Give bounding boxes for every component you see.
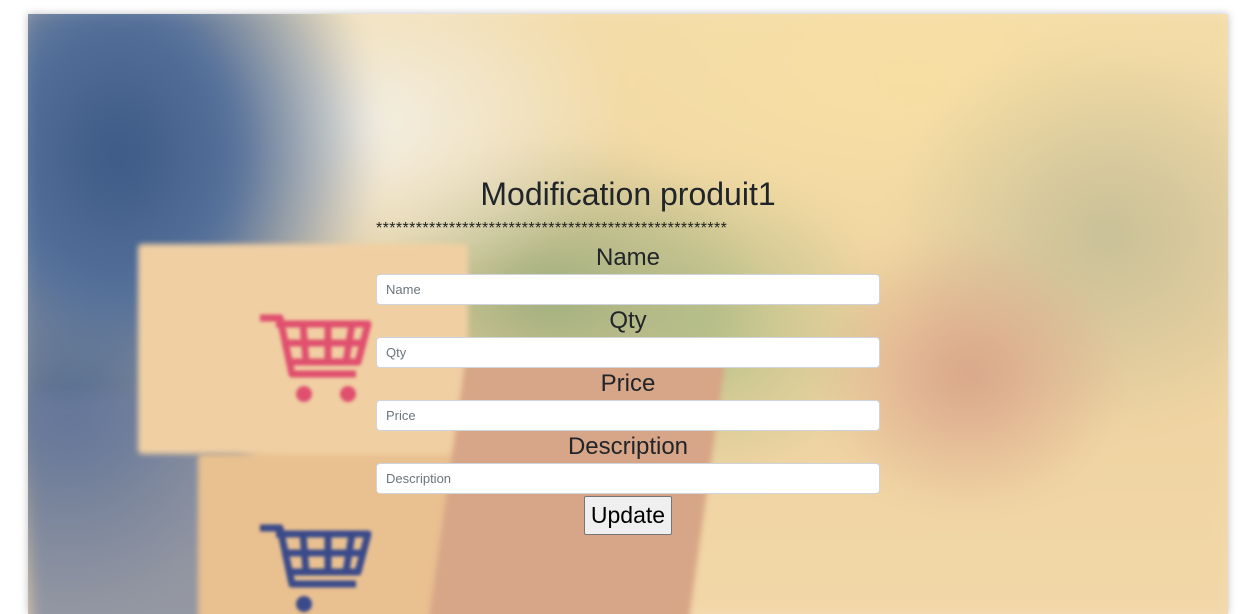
update-button[interactable]: Update <box>583 496 673 535</box>
price-label: Price <box>600 370 656 397</box>
qty-input[interactable] <box>376 337 880 368</box>
price-input[interactable] <box>376 400 880 431</box>
shopping-cart-icon <box>260 524 372 612</box>
shopping-cart-icon <box>260 314 372 402</box>
description-label: Description <box>567 433 689 460</box>
name-input[interactable] <box>376 274 880 305</box>
product-edit-form: Modification produit1 ******************… <box>376 174 880 535</box>
separator-line: ****************************************… <box>376 220 728 237</box>
page-background: Modification produit1 ******************… <box>28 14 1228 614</box>
qty-label: Qty <box>609 307 647 334</box>
description-input[interactable] <box>376 463 880 494</box>
name-label: Name <box>595 244 661 271</box>
page-title: Modification produit1 <box>480 176 776 212</box>
